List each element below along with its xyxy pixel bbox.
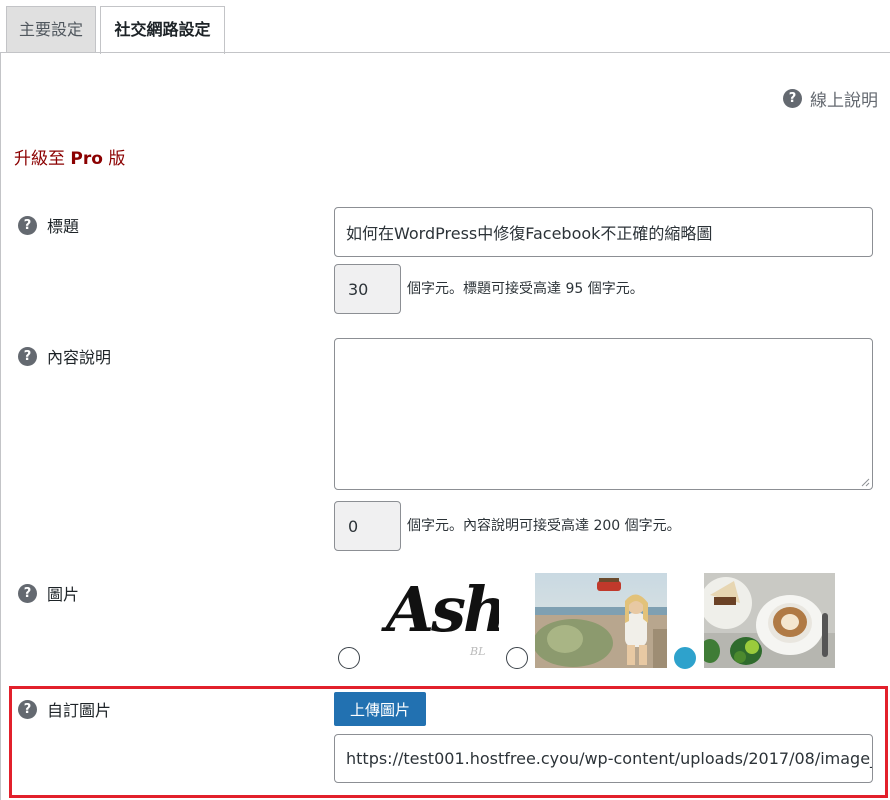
description-help-icon[interactable]: ? xyxy=(18,346,37,366)
description-textarea[interactable] xyxy=(334,338,873,490)
title-input[interactable]: 如何在WordPress中修復Facebook不正確的縮略圖 xyxy=(334,207,873,257)
tab-bar: 主要設定 社交網路設定 xyxy=(0,0,890,54)
title-label: 標題 xyxy=(47,217,80,236)
custom-image-help-icon[interactable]: ? xyxy=(18,699,37,719)
image-label: 圖片 xyxy=(47,585,80,604)
image-option-ashe-logo[interactable]: Ashe BL xyxy=(372,573,499,668)
panel-border xyxy=(0,53,1,800)
upgrade-pro-text: Pro xyxy=(70,149,103,169)
upload-image-button[interactable]: 上傳圖片 xyxy=(334,692,426,726)
tab-divider xyxy=(0,52,890,53)
image-option-radio-1[interactable] xyxy=(338,647,360,669)
custom-image-url-input[interactable]: https://test001.hostfree.cyou/wp-content… xyxy=(334,734,873,783)
image-option-radio-2[interactable] xyxy=(506,647,528,669)
latte-and-cake-photo-icon xyxy=(704,573,835,668)
girl-on-car-photo-icon xyxy=(535,573,667,668)
online-help-label: 線上說明 xyxy=(810,91,878,111)
title-hint: 個字元。標題可接受高達 95 個字元。 xyxy=(407,281,644,297)
tab-main-settings[interactable]: 主要設定 xyxy=(6,6,96,52)
image-label-row: ? 圖片 xyxy=(18,581,79,605)
image-option-girl-on-car-photo[interactable] xyxy=(535,573,667,668)
description-label-row: ? 內容說明 xyxy=(18,344,111,368)
custom-image-label-row: ? 自訂圖片 xyxy=(18,697,111,721)
ashe-logo-sub: BL xyxy=(470,645,486,658)
tab-social-settings[interactable]: 社交網路設定 xyxy=(100,6,225,54)
image-help-icon[interactable]: ? xyxy=(18,583,37,603)
image-option-latte-and-cake-photo[interactable] xyxy=(704,573,835,668)
title-help-icon[interactable]: ? xyxy=(18,215,37,235)
upgrade-prefix: 升級至 xyxy=(14,149,71,169)
custom-image-label: 自訂圖片 xyxy=(47,701,112,720)
upgrade-suffix: 版 xyxy=(102,149,126,169)
online-help-link[interactable]: ? 線上說明 xyxy=(783,86,878,111)
resize-grip-icon[interactable] xyxy=(861,478,870,487)
description-label: 內容說明 xyxy=(47,348,112,367)
description-hint: 個字元。內容說明可接受高達 200 個字元。 xyxy=(407,518,681,534)
ashe-logo-text: Ashe xyxy=(386,573,499,646)
question-circle-icon: ? xyxy=(783,89,802,108)
description-char-count: 0 xyxy=(334,501,401,551)
title-char-count: 30 xyxy=(334,264,401,314)
image-option-radio-3[interactable] xyxy=(674,647,696,669)
title-label-row: ? 標題 xyxy=(18,213,79,237)
upgrade-pro-link[interactable]: 升級至 Pro 版 xyxy=(14,144,125,169)
